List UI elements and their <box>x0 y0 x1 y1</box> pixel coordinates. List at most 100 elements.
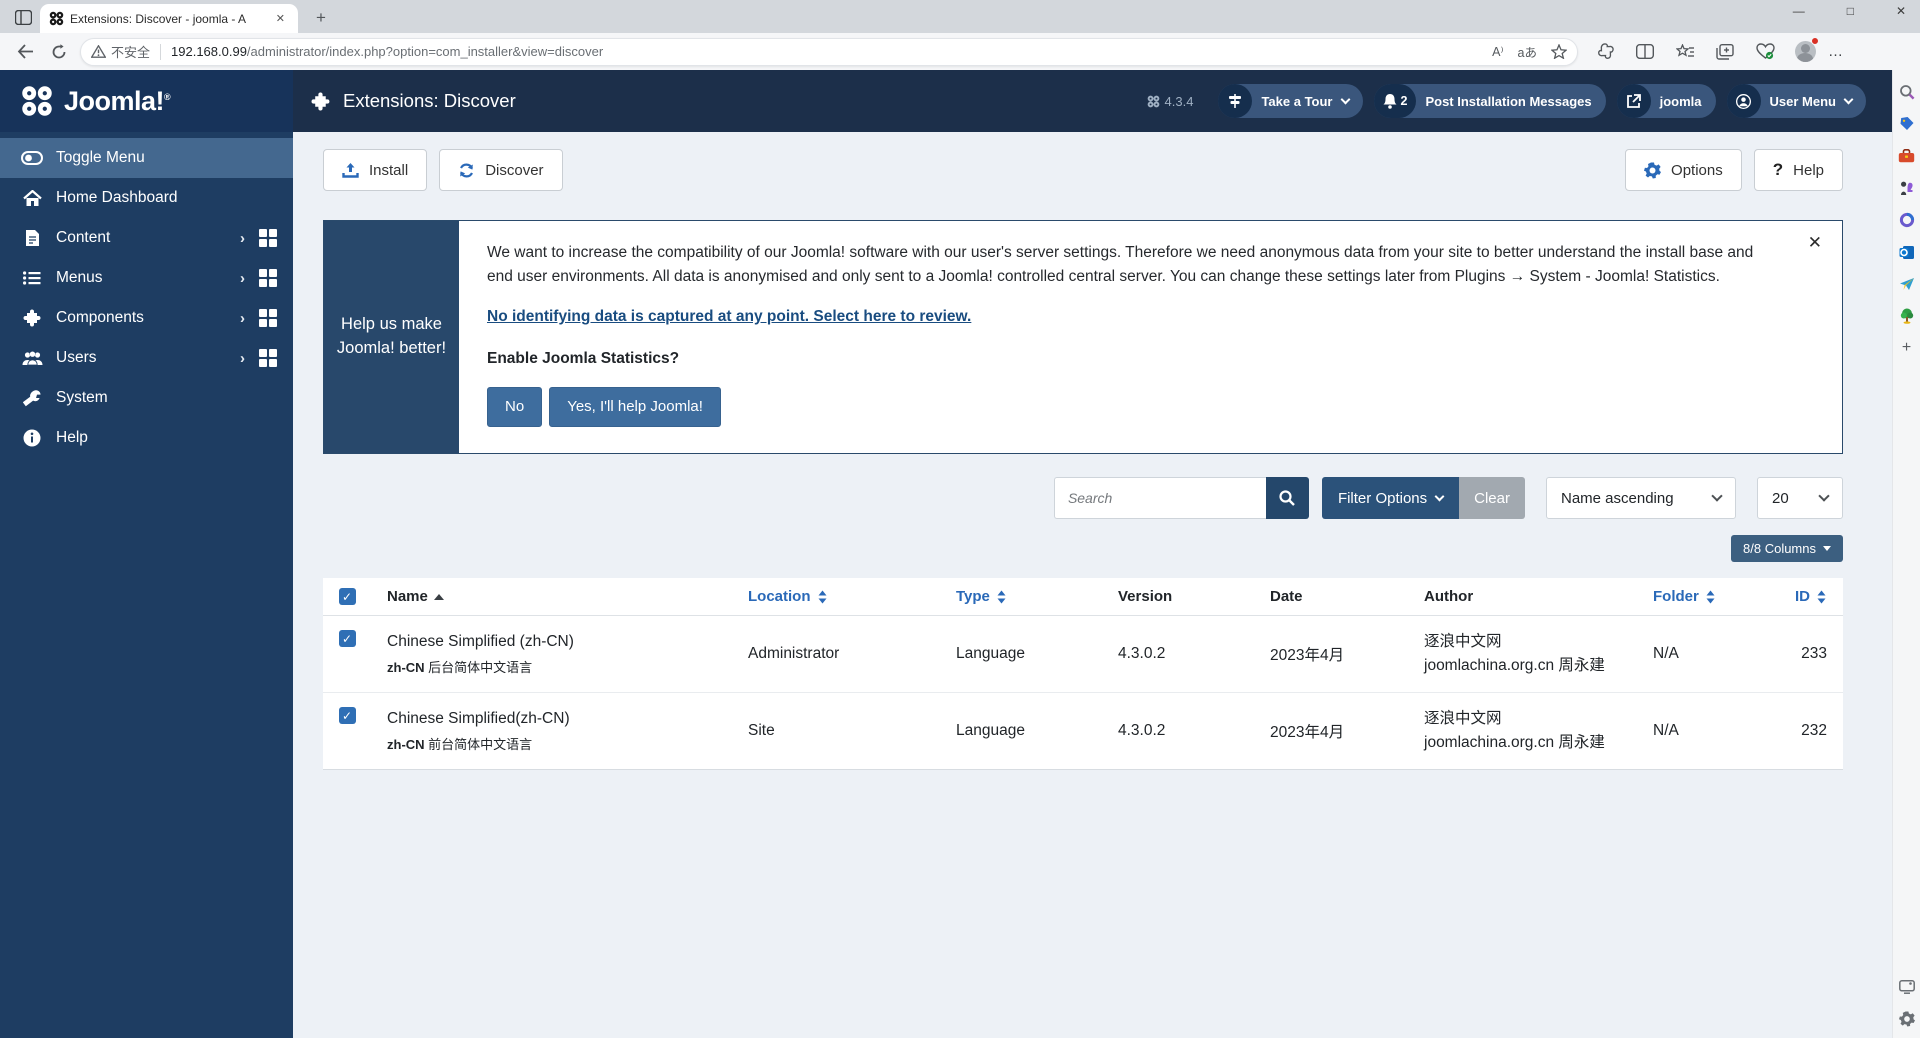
signpost-icon <box>1218 84 1252 118</box>
collections-icon[interactable] <box>1712 39 1738 65</box>
row-checkbox[interactable]: ✓ <box>339 707 356 724</box>
sidebar-item-components[interactable]: Components › <box>0 298 293 338</box>
clear-button[interactable]: Clear <box>1459 477 1525 519</box>
cell-id: 233 <box>1773 645 1843 663</box>
new-tab-button[interactable]: + <box>310 8 332 28</box>
sidebar-item-help[interactable]: Help <box>0 418 293 458</box>
search-button[interactable] <box>1266 477 1309 519</box>
toolbox-icon[interactable] <box>1898 147 1916 165</box>
search-icon[interactable] <box>1898 83 1916 101</box>
preview-site-button[interactable]: joomla <box>1617 84 1716 118</box>
page-title-text: Extensions: Discover <box>343 90 516 112</box>
profile-notification-dot <box>1811 37 1819 45</box>
table-row: ✓ Chinese Simplified(zh-CN) zh-CN 前台简体中文… <box>323 693 1843 770</box>
dashboard-grid-icon[interactable] <box>259 309 277 327</box>
search-input[interactable] <box>1054 477 1266 519</box>
add-favorite-star-icon[interactable] <box>1551 44 1567 59</box>
refresh-icon[interactable] <box>45 38 73 66</box>
favorites-icon[interactable] <box>1672 39 1698 65</box>
refresh-icon <box>458 162 475 179</box>
list-icon <box>20 271 44 285</box>
caret-down-icon <box>1823 546 1831 551</box>
post-installation-messages-button[interactable]: 2 Post Installation Messages <box>1374 84 1606 118</box>
options-button[interactable]: Options <box>1625 149 1742 191</box>
notice-close-icon[interactable]: ✕ <box>1808 233 1822 253</box>
upload-icon <box>342 162 359 179</box>
columns-button[interactable]: 8/8 Columns <box>1731 535 1843 562</box>
sidebar-item-label: Toggle Menu <box>56 149 145 167</box>
sidebar-item-system[interactable]: System <box>0 378 293 418</box>
games-icon[interactable] <box>1898 179 1916 197</box>
sidebar-item-menus[interactable]: Menus › <box>0 258 293 298</box>
row-checkbox[interactable]: ✓ <box>339 630 356 647</box>
translate-icon[interactable]: aあ <box>1518 42 1537 61</box>
back-icon[interactable] <box>11 38 39 66</box>
screenshot-icon[interactable] <box>1898 978 1916 996</box>
chevron-right-icon: › <box>240 270 245 287</box>
sort-both-icon <box>817 590 828 604</box>
discover-label: Discover <box>485 162 543 179</box>
address-bar[interactable]: 不安全 192.168.0.99/administrator/index.php… <box>80 38 1578 66</box>
dashboard-grid-icon[interactable] <box>259 269 277 287</box>
notice-question: Enable Joomla Statistics? <box>487 347 1782 371</box>
sidebar-item-content[interactable]: Content › <box>0 218 293 258</box>
statistics-no-button[interactable]: No <box>487 387 542 427</box>
install-button[interactable]: Install <box>323 149 427 191</box>
url-path: /administrator/index.php?option=com_inst… <box>247 44 603 59</box>
microsoft365-copilot-icon[interactable] <box>1898 211 1916 229</box>
window-minimize-icon[interactable]: — <box>1787 4 1811 18</box>
read-aloud-icon[interactable]: A⁾ <box>1492 44 1503 59</box>
settings-gear-icon[interactable] <box>1898 1010 1916 1028</box>
puzzle-icon <box>311 92 331 111</box>
split-screen-icon[interactable] <box>1632 39 1658 65</box>
sidebar-item-home-dashboard[interactable]: Home Dashboard <box>0 178 293 218</box>
window-close-icon[interactable]: ✕ <box>1890 4 1912 18</box>
column-header-type[interactable]: Type <box>956 588 1118 605</box>
discover-button[interactable]: Discover <box>439 149 562 191</box>
table-row: ✓ Chinese Simplified (zh-CN) zh-CN 后台简体中… <box>323 616 1843 693</box>
filter-options-button[interactable]: Filter Options <box>1322 477 1459 519</box>
add-icon[interactable]: + <box>1898 339 1916 357</box>
column-header-id[interactable]: ID <box>1773 588 1843 605</box>
toggle-menu-icon <box>20 151 44 165</box>
extension-subtitle: 前台简体中文语言 <box>425 737 533 752</box>
settings-more-icon[interactable]: … <box>1828 43 1844 60</box>
take-a-tour-button[interactable]: Take a Tour <box>1218 84 1362 118</box>
select-all-checkbox[interactable]: ✓ <box>339 588 356 605</box>
window-maximize-icon[interactable]: □ <box>1841 4 1860 18</box>
drop-icon[interactable] <box>1898 275 1916 293</box>
cell-date: 2023年4月 <box>1270 643 1424 665</box>
not-secure-warning-icon[interactable]: 不安全 <box>91 42 150 61</box>
sort-both-icon <box>996 590 1007 604</box>
sidebar-item-toggle-menu[interactable]: Toggle Menu <box>0 138 293 178</box>
cell-author: 逐浪中文网 joomlachina.org.cn 周永建 <box>1424 707 1653 755</box>
sort-select[interactable]: Name ascending <box>1546 477 1736 519</box>
sidebar-item-users[interactable]: Users › <box>0 338 293 378</box>
chevron-right-icon: › <box>240 310 245 327</box>
profile-avatar[interactable] <box>1792 39 1818 65</box>
statistics-yes-button[interactable]: Yes, I'll help Joomla! <box>549 387 721 427</box>
notice-aside: Help us make Joomla! better! <box>324 221 459 453</box>
notice-review-link[interactable]: No identifying data is captured at any p… <box>487 305 971 329</box>
sort-asc-icon <box>434 594 444 600</box>
column-header-folder[interactable]: Folder <box>1653 588 1773 605</box>
outlook-icon[interactable] <box>1898 243 1916 261</box>
tab-workspaces-icon[interactable] <box>10 4 36 30</box>
browser-tab[interactable]: Extensions: Discover - joomla - A ✕ <box>40 4 298 33</box>
puzzle-icon <box>20 309 44 327</box>
cell-version: 4.3.0.2 <box>1118 645 1270 663</box>
browser-essentials-icon[interactable] <box>1752 39 1778 65</box>
shopping-icon[interactable] <box>1898 115 1916 133</box>
tab-close-icon[interactable]: ✕ <box>272 10 289 27</box>
sidebar-item-label: Home Dashboard <box>56 189 177 207</box>
take-a-tour-label: Take a Tour <box>1261 94 1332 109</box>
extensions-icon[interactable] <box>1592 39 1618 65</box>
dashboard-grid-icon[interactable] <box>259 229 277 247</box>
user-menu-button[interactable]: User Menu <box>1727 84 1866 118</box>
column-header-location[interactable]: Location <box>748 588 956 605</box>
limit-select[interactable]: 20 <box>1757 477 1843 519</box>
help-button[interactable]: ? Help <box>1754 149 1843 191</box>
dashboard-grid-icon[interactable] <box>259 349 277 367</box>
column-header-name[interactable]: Name <box>371 588 748 605</box>
tree-icon[interactable] <box>1898 307 1916 325</box>
